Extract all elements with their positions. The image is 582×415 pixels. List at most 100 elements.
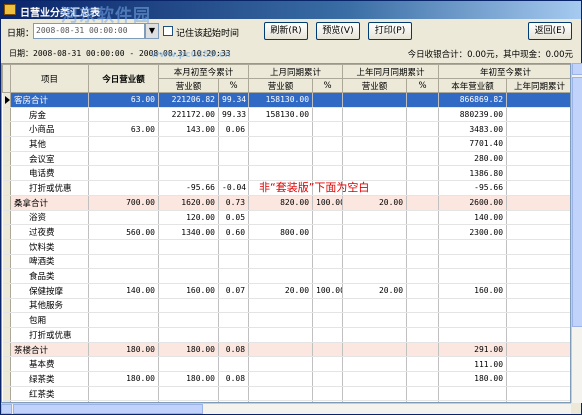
cell-last-year-cumulative — [506, 195, 570, 211]
back-button[interactable]: 返回(E) — [528, 22, 572, 40]
cell-last-year-revenue: 20.00 — [342, 195, 408, 211]
header-last-year-pct: % — [406, 78, 440, 93]
cell-month-revenue — [158, 356, 219, 373]
cell-last-year-pct — [406, 327, 440, 343]
table-row[interactable]: 房金 221172.00 99.33 158130.00 880239.00 — [2, 107, 570, 123]
cell-item-name: 过夜费 — [10, 224, 89, 240]
cell-last-month-pct — [312, 342, 344, 358]
cell-month-pct: 0.05 — [218, 210, 250, 226]
cell-last-month-revenue — [248, 312, 314, 328]
table-row[interactable]: 啤酒类 — [2, 254, 570, 270]
cell-month-pct — [218, 268, 250, 284]
scroll-up-arrow[interactable] — [572, 63, 582, 75]
cell-item-name: 浴资 — [10, 210, 89, 226]
table-row[interactable]: 打折或优惠 — [2, 327, 570, 343]
table-row[interactable]: 红茶类 — [2, 386, 570, 402]
remember-start-checkbox[interactable] — [163, 26, 173, 36]
cell-today — [88, 180, 159, 196]
vertical-scrollbar[interactable] — [571, 63, 582, 403]
cell-last-month-revenue — [248, 356, 314, 373]
cell-last-year-cumulative — [506, 165, 570, 182]
row-indicator[interactable] — [2, 92, 11, 108]
table-row[interactable]: 保健按摩 140.00 160.00 0.07 20.00 100.00 20.00 160.… — [2, 283, 570, 299]
row-indicator[interactable] — [2, 136, 11, 152]
cell-last-month-revenue — [248, 298, 314, 314]
cell-last-month-pct — [312, 254, 344, 270]
cell-this-year — [438, 268, 508, 284]
scroll-left-arrow[interactable] — [1, 404, 12, 414]
row-indicator[interactable] — [2, 312, 11, 328]
row-indicator[interactable] — [2, 195, 11, 211]
title-bar[interactable]: 日营业分类汇总表 河东软件园 — [1, 1, 581, 26]
row-indicator[interactable] — [2, 239, 11, 255]
table-row[interactable]: 小商品 63.00 143.00 0.06 3483.00 — [2, 121, 570, 138]
table-row[interactable]: 客房合计 63.00 221206.82 99.34 158130.00 866869.8… — [2, 92, 570, 108]
table-row[interactable]: 其他服务 — [2, 298, 570, 314]
cell-this-year — [438, 254, 508, 270]
cell-last-year-revenue — [342, 298, 408, 314]
row-indicator[interactable] — [2, 254, 11, 270]
cell-last-month-pct — [312, 298, 344, 314]
row-indicator[interactable] — [2, 342, 11, 358]
table-row[interactable]: 包厢 — [2, 312, 570, 328]
header-corner — [2, 64, 11, 93]
row-indicator[interactable] — [2, 107, 11, 123]
report-window: 日营业分类汇总表 河东软件园 日期： 2008-08-31 00:00:00 ▼… — [0, 0, 582, 415]
table-row[interactable]: 基本费 111.00 — [2, 356, 570, 373]
cell-last-year-revenue: 20.00 — [342, 283, 408, 299]
print-button[interactable]: 打印(P) — [368, 22, 412, 40]
row-indicator[interactable] — [2, 356, 11, 373]
header-last-year-month: 上年同月同期累计 — [342, 64, 440, 79]
table-row[interactable]: 绿茶类 180.00 180.00 0.08 180.00 — [2, 371, 570, 387]
table-row[interactable]: 浴资 120.00 0.05 140.00 — [2, 210, 570, 226]
date-picker-button[interactable]: ▼ — [145, 23, 159, 39]
vertical-scroll-thumb[interactable] — [572, 77, 582, 327]
row-indicator[interactable] — [2, 268, 11, 284]
row-indicator[interactable] — [2, 327, 11, 343]
row-indicator[interactable] — [2, 151, 11, 167]
cell-month-revenue: 120.00 — [158, 210, 219, 226]
cell-item-name: 基本费 — [10, 356, 89, 373]
horizontal-scrollbar[interactable] — [1, 403, 571, 414]
row-indicator[interactable] — [2, 180, 11, 196]
row-indicator[interactable] — [2, 121, 11, 138]
row-indicator[interactable] — [2, 165, 11, 182]
start-date-input[interactable]: 2008-08-31 00:00:00 — [33, 23, 145, 39]
header-month: 本月初至今累计 — [157, 64, 250, 79]
cell-this-year: 7701.40 — [438, 136, 508, 152]
horizontal-scroll-thumb[interactable] — [13, 404, 203, 414]
row-indicator[interactable] — [2, 210, 11, 226]
cell-month-revenue: 180.00 — [158, 371, 219, 387]
cell-month-revenue — [158, 151, 219, 167]
cell-item-name: 电话费 — [10, 165, 89, 182]
table-row[interactable]: 食品类 — [2, 268, 570, 284]
cell-last-month-revenue — [248, 254, 314, 270]
row-indicator[interactable] — [2, 386, 11, 402]
table-row[interactable]: 过夜费 560.00 1340.00 0.60 800.00 2300.00 — [2, 224, 570, 240]
row-indicator[interactable] — [2, 298, 11, 314]
app-icon — [4, 4, 16, 15]
cell-last-month-pct — [312, 268, 344, 284]
header-month-revenue: 营业额 — [158, 78, 219, 93]
cell-month-pct: 99.33 — [218, 107, 250, 123]
table-row[interactable]: 饮料类 — [2, 239, 570, 255]
cell-last-month-pct — [312, 327, 344, 343]
cell-last-month-pct — [312, 224, 344, 240]
cell-today — [88, 312, 159, 328]
table-row[interactable]: 其他 7701.40 — [2, 136, 570, 152]
cell-last-month-pct — [312, 92, 344, 108]
cell-month-pct: 99.34 — [218, 92, 250, 108]
cell-last-year-pct — [406, 254, 440, 270]
table-row[interactable]: 桑拿合计 700.00 1620.00 0.73 820.00 100.00 20.00 26… — [2, 195, 570, 211]
report-grid[interactable]: 项目 今日营业额 本月初至今累计 上月同期累计 上年同月同期累计 年初至今累计 … — [1, 63, 571, 403]
row-indicator[interactable] — [2, 371, 11, 387]
cell-month-pct: 0.07 — [218, 283, 250, 299]
preview-button[interactable]: 预览(V) — [316, 22, 360, 40]
refresh-button[interactable]: 刷新(R) — [264, 22, 308, 40]
cell-today — [88, 210, 159, 226]
table-row[interactable]: 茶楼合计 180.00 180.00 0.08 291.00 — [2, 342, 570, 358]
row-indicator[interactable] — [2, 224, 11, 240]
cell-month-pct: 0.08 — [218, 342, 250, 358]
row-indicator[interactable] — [2, 283, 11, 299]
table-row[interactable]: 会议室 280.00 — [2, 151, 570, 167]
